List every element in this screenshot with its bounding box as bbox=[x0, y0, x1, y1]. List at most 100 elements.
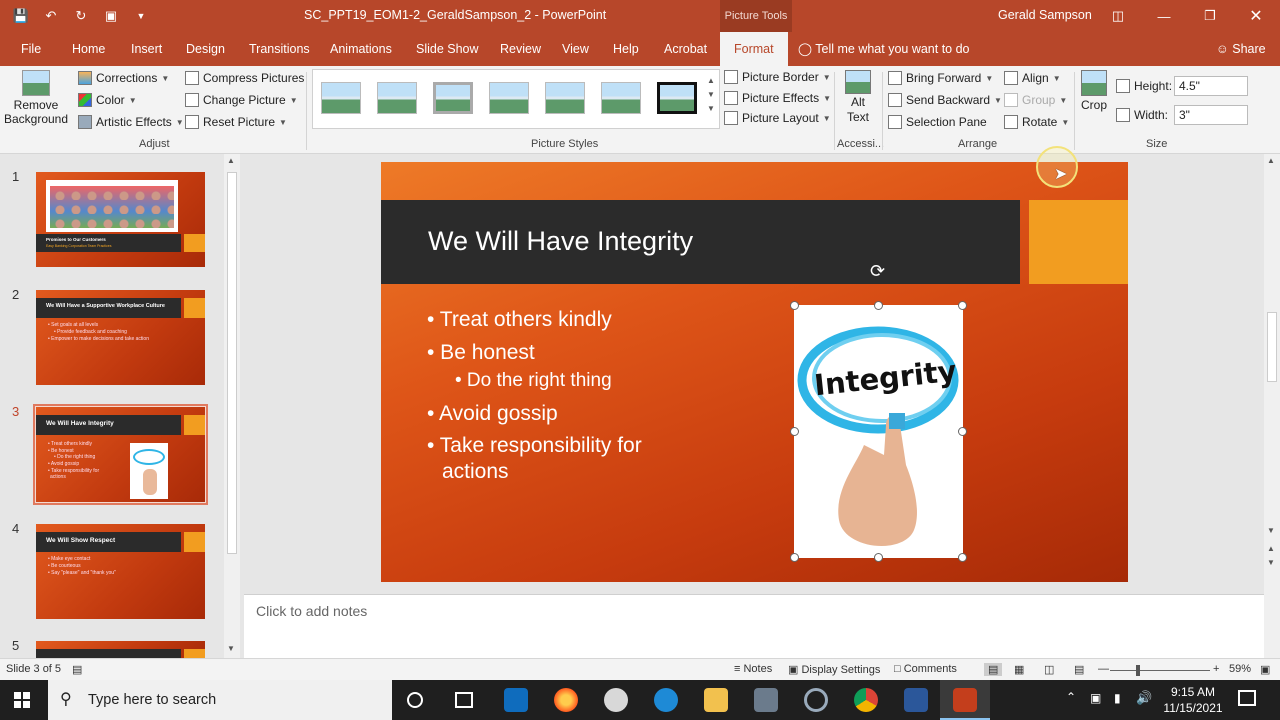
width-input[interactable]: 3" bbox=[1174, 105, 1248, 125]
notifications-icon[interactable] bbox=[1238, 690, 1256, 706]
scroll-down-icon[interactable]: ▼ bbox=[1267, 526, 1275, 535]
tab-format[interactable]: Format bbox=[720, 32, 788, 66]
color-button[interactable]: Color ▼ bbox=[78, 93, 137, 107]
bring-forward-button[interactable]: Bring Forward ▼ bbox=[888, 71, 993, 85]
tab-help[interactable]: Help bbox=[613, 32, 639, 66]
resize-handle-r[interactable] bbox=[958, 427, 967, 436]
bullet-2-sub[interactable]: • Do the right thing bbox=[455, 370, 612, 392]
style-thumb-5[interactable] bbox=[545, 82, 585, 114]
tab-design[interactable]: Design bbox=[186, 32, 225, 66]
scroll-thumb[interactable] bbox=[1267, 312, 1277, 382]
resize-handle-tl[interactable] bbox=[790, 301, 799, 310]
corrections-button[interactable]: Corrections ▼ bbox=[78, 71, 169, 85]
comments-button[interactable]: □ Comments bbox=[894, 663, 957, 675]
resize-handle-b[interactable] bbox=[874, 553, 883, 562]
fit-to-window-icon[interactable]: ▣ bbox=[1260, 663, 1270, 676]
zoom-in-icon[interactable]: + bbox=[1213, 663, 1219, 675]
slide-thumb-2[interactable]: We Will Have a Supportive Workplace Cult… bbox=[36, 290, 205, 385]
crop-button[interactable]: Crop bbox=[1080, 70, 1108, 112]
user-name[interactable]: Gerald Sampson bbox=[998, 8, 1092, 22]
restore-icon[interactable]: ❐ bbox=[1190, 4, 1230, 28]
compress-pictures-button[interactable]: Compress Pictures bbox=[185, 71, 304, 85]
slide-scrollbar[interactable]: ▲ ▼ ▲ ▼ bbox=[1264, 154, 1280, 658]
tab-review[interactable]: Review bbox=[500, 32, 541, 66]
bullet-2[interactable]: • Be honest bbox=[427, 341, 535, 365]
powerpoint-taskbar-button[interactable] bbox=[940, 680, 990, 720]
selection-pane-button[interactable]: Selection Pane bbox=[888, 115, 987, 129]
customize-qat-icon[interactable]: ▼ bbox=[130, 6, 152, 26]
style-thumb-2[interactable] bbox=[377, 82, 417, 114]
bullet-3[interactable]: • Avoid gossip bbox=[427, 402, 558, 426]
picture-layout-button[interactable]: Picture Layout ▼ bbox=[724, 111, 831, 125]
save-icon[interactable]: 💾 bbox=[10, 6, 32, 26]
zoom-slider-thumb[interactable] bbox=[1136, 665, 1140, 676]
calculator-icon[interactable] bbox=[754, 688, 778, 712]
firefox-icon[interactable] bbox=[554, 688, 578, 712]
group-button[interactable]: Group ▼ bbox=[1004, 93, 1067, 107]
minimize-icon[interactable]: — bbox=[1144, 4, 1184, 28]
slide-thumb-5[interactable] bbox=[36, 641, 205, 658]
style-thumb-1[interactable] bbox=[321, 82, 361, 114]
app-icon[interactable] bbox=[604, 688, 628, 712]
recorder-icon[interactable] bbox=[804, 688, 828, 712]
slide-thumb-3[interactable]: We Will Have Integrity • Treat others ki… bbox=[36, 407, 205, 502]
tab-view[interactable]: View bbox=[562, 32, 589, 66]
bullet-4-cont[interactable]: actions bbox=[442, 460, 509, 484]
windows-start-icon[interactable] bbox=[14, 692, 30, 708]
resize-handle-t[interactable] bbox=[874, 301, 883, 310]
change-picture-button[interactable]: Change Picture ▼ bbox=[185, 93, 298, 107]
style-thumb-4[interactable] bbox=[489, 82, 529, 114]
resize-handle-bl[interactable] bbox=[790, 553, 799, 562]
zoom-level[interactable]: 59% bbox=[1229, 663, 1251, 675]
gallery-scroll-icon[interactable]: ▲ ▼ ▼ bbox=[707, 74, 715, 116]
network-icon[interactable]: ▣ bbox=[1090, 691, 1101, 705]
undo-icon[interactable]: ↶ bbox=[40, 6, 62, 26]
tell-me-search[interactable]: ◯ Tell me what you want to do bbox=[798, 32, 970, 66]
style-thumb-6[interactable] bbox=[601, 82, 641, 114]
cortana-icon[interactable] bbox=[407, 692, 423, 708]
task-view-icon[interactable] bbox=[455, 692, 473, 708]
close-icon[interactable]: ✕ bbox=[1236, 4, 1276, 28]
file-explorer-icon[interactable] bbox=[704, 688, 728, 712]
volume-icon[interactable]: 🔊 bbox=[1136, 690, 1152, 706]
normal-view-icon[interactable]: ▤ bbox=[984, 663, 1003, 676]
reset-picture-button[interactable]: Reset Picture ▼ bbox=[185, 115, 287, 129]
notes-toggle[interactable]: ≡ Notes bbox=[734, 663, 772, 675]
power-icon[interactable]: ▮ bbox=[1114, 691, 1121, 705]
tab-slide-show[interactable]: Slide Show bbox=[416, 32, 479, 66]
slideshow-view-icon[interactable]: ▤ bbox=[1074, 663, 1084, 676]
picture-border-button[interactable]: Picture Border ▼ bbox=[724, 70, 831, 84]
tab-file[interactable]: File bbox=[21, 32, 41, 66]
tab-acrobat[interactable]: Acrobat bbox=[664, 32, 707, 66]
share-button[interactable]: ☺ Share bbox=[1216, 32, 1266, 66]
scroll-up-icon[interactable]: ▲ bbox=[1267, 156, 1275, 165]
resize-handle-tr[interactable] bbox=[958, 301, 967, 310]
spellcheck-icon[interactable]: ▤ bbox=[72, 663, 82, 676]
next-slide-icon[interactable]: ▼ bbox=[1267, 558, 1275, 567]
tab-insert[interactable]: Insert bbox=[131, 32, 162, 66]
remove-background-button[interactable]: Remove Background bbox=[4, 70, 68, 126]
ribbon-display-icon[interactable]: ◫ bbox=[1098, 4, 1138, 28]
align-button[interactable]: Align ▼ bbox=[1004, 71, 1061, 85]
tab-animations[interactable]: Animations bbox=[330, 32, 392, 66]
show-hidden-icons-icon[interactable]: ⌃ bbox=[1066, 690, 1076, 704]
picture-styles-gallery[interactable]: ▲ ▼ ▼ bbox=[312, 69, 720, 129]
edge-icon[interactable] bbox=[654, 688, 678, 712]
bullet-4[interactable]: • Take responsibility for bbox=[427, 434, 642, 458]
picture-effects-button[interactable]: Picture Effects ▼ bbox=[724, 91, 831, 105]
repeat-icon[interactable]: ↻ bbox=[70, 6, 92, 26]
zoom-slider[interactable] bbox=[1110, 670, 1210, 671]
slide-canvas[interactable]: We Will Have Integrity • Treat others ki… bbox=[381, 162, 1128, 582]
notes-pane[interactable]: Click to add notes bbox=[244, 594, 1264, 658]
slide-thumb-4[interactable]: We Will Show Respect • Make eye contact … bbox=[36, 524, 205, 619]
bullet-1[interactable]: • Treat others kindly bbox=[427, 308, 612, 332]
chrome-icon[interactable] bbox=[854, 688, 878, 712]
scroll-down-icon[interactable]: ▼ bbox=[227, 644, 235, 653]
scroll-thumb[interactable] bbox=[227, 172, 237, 554]
resize-handle-l[interactable] bbox=[790, 427, 799, 436]
rotate-handle-icon[interactable]: ⟳ bbox=[870, 261, 885, 282]
reading-view-icon[interactable]: ◫ bbox=[1044, 663, 1054, 676]
tab-home[interactable]: Home bbox=[72, 32, 105, 66]
word-icon[interactable] bbox=[904, 688, 928, 712]
taskbar-search[interactable]: ⚲ Type here to search bbox=[48, 680, 392, 720]
